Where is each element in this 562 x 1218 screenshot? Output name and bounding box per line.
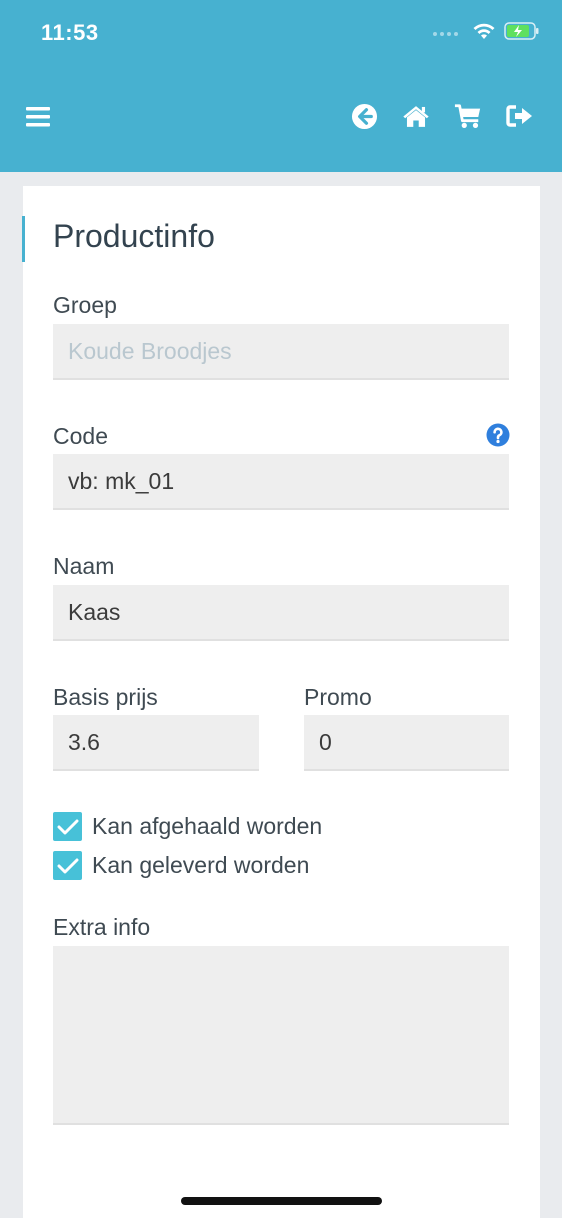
extra-info-label: Extra info	[53, 914, 151, 940]
groep-field: Koude Broodjes	[53, 324, 509, 380]
extra-info-textarea[interactable]	[53, 946, 509, 1125]
status-time: 11:53	[41, 20, 99, 45]
page-title: Productinfo	[53, 218, 215, 254]
code-input[interactable]: vb: mk_01	[53, 454, 509, 510]
afhalen-label: Kan afgehaald worden	[92, 813, 323, 839]
afhalen-row: Kan afgehaald worden	[53, 812, 322, 841]
checkmark-icon	[57, 819, 78, 834]
leveren-row: Kan geleverd worden	[53, 851, 309, 880]
home-indicator	[181, 1197, 382, 1205]
promo-input[interactable]: 0	[304, 715, 509, 771]
naam-label: Naam	[53, 553, 115, 579]
battery-icon	[504, 22, 540, 45]
nav-actions	[350, 102, 534, 130]
title-accent	[22, 216, 25, 262]
cart-icon[interactable]	[454, 102, 482, 130]
checkmark-icon	[57, 858, 78, 873]
home-icon[interactable]	[402, 102, 430, 130]
logout-icon[interactable]	[506, 102, 534, 130]
hamburger-icon[interactable]	[26, 106, 50, 133]
basis-prijs-label: Basis prijs	[53, 684, 158, 710]
app-header: 11:53	[0, 0, 562, 172]
cellular-signal-icon	[433, 31, 458, 36]
status-icons	[433, 22, 540, 45]
leveren-label: Kan geleverd worden	[92, 852, 310, 878]
groep-label: Groep	[53, 292, 117, 318]
promo-label: Promo	[304, 684, 372, 710]
wifi-icon	[472, 22, 496, 45]
code-label: Code	[53, 423, 108, 449]
help-icon[interactable]	[486, 423, 510, 452]
basis-prijs-input[interactable]: 3.6	[53, 715, 259, 771]
afhalen-checkbox[interactable]	[53, 812, 82, 841]
naam-input[interactable]: Kaas	[53, 585, 509, 641]
leveren-checkbox[interactable]	[53, 851, 82, 880]
back-arrow-icon[interactable]	[350, 102, 378, 130]
